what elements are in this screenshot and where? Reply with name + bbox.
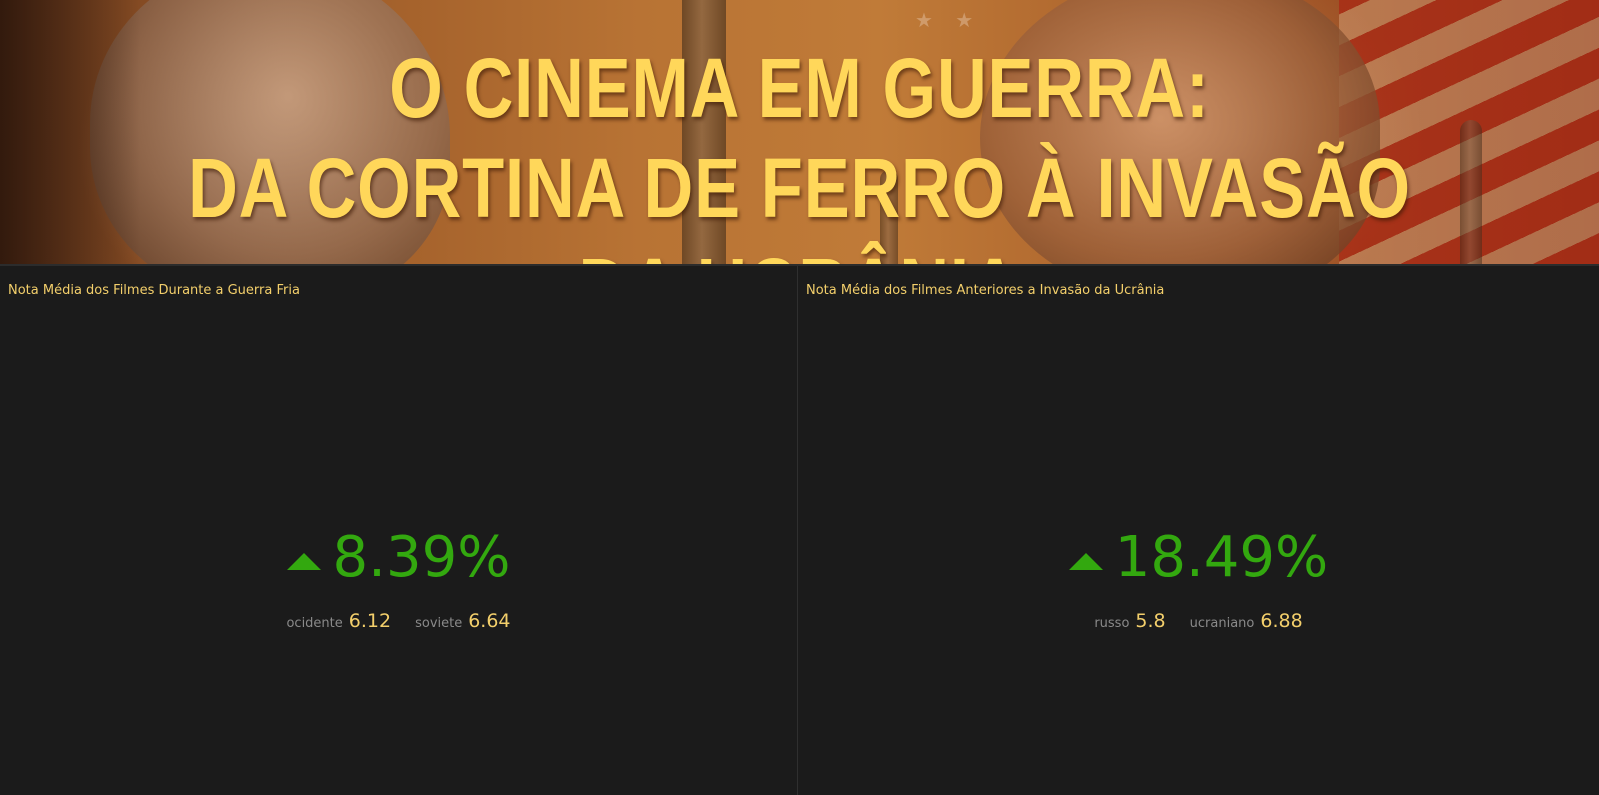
comparison-item: soviete 6.64 [415, 610, 510, 632]
kpi-comparison: russo 5.8 ucraniano 6.88 [798, 610, 1599, 632]
banner-title-line-2: Da Cortina de Ferro à Invasão da Ucrânia [188, 141, 1411, 264]
kpi-value: 8.39% [332, 525, 511, 590]
panel-title: Nota Média dos Filmes Durante a Guerra F… [8, 283, 300, 298]
comparison-value: 6.12 [348, 610, 392, 632]
trend-up-icon [286, 552, 321, 570]
kpi-main: 18.49% [1068, 525, 1329, 590]
kpi-main: 8.39% [286, 525, 511, 590]
comparison-value: 6.88 [1260, 610, 1303, 632]
comparison-label: ucraniano [1189, 616, 1255, 631]
kpi-panel-cold-war: Nota Média dos Filmes Durante a Guerra F… [0, 266, 797, 795]
kpi-value: 18.49% [1114, 525, 1329, 590]
comparison-label: russo [1094, 616, 1130, 631]
comparison-value: 5.8 [1135, 610, 1166, 632]
comparison-item: ucraniano 6.88 [1190, 610, 1303, 632]
comparison-label: soviete [415, 616, 463, 631]
banner-title-line-1: O Cinema em Guerra: [389, 41, 1210, 135]
comparison-item: ocidente 6.12 [286, 610, 391, 632]
banner-title: O Cinema em Guerra: Da Cortina de Ferro … [144, 38, 1455, 264]
kpi-block: 8.39% ocidente 6.12 soviete 6.64 [0, 525, 797, 633]
kpi-comparison: ocidente 6.12 soviete 6.64 [0, 610, 797, 632]
header-banner: ★ ★ O Cinema em Guerra: Da Cortina de Fe… [0, 0, 1599, 266]
comparison-label: ocidente [286, 616, 343, 631]
comparison-value: 6.64 [468, 610, 511, 632]
banner-shadow [0, 0, 140, 264]
panel-title: Nota Média dos Filmes Anteriores a Invas… [806, 283, 1165, 298]
missile-decoration [1460, 120, 1482, 264]
trend-up-icon [1068, 552, 1103, 570]
comparison-item: russo 5.8 [1094, 610, 1165, 632]
kpi-block: 18.49% russo 5.8 ucraniano 6.88 [798, 528, 1599, 632]
stars-decoration: ★ ★ [915, 8, 982, 32]
kpi-panel-ukraine: Nota Média dos Filmes Anteriores a Invas… [798, 266, 1599, 795]
